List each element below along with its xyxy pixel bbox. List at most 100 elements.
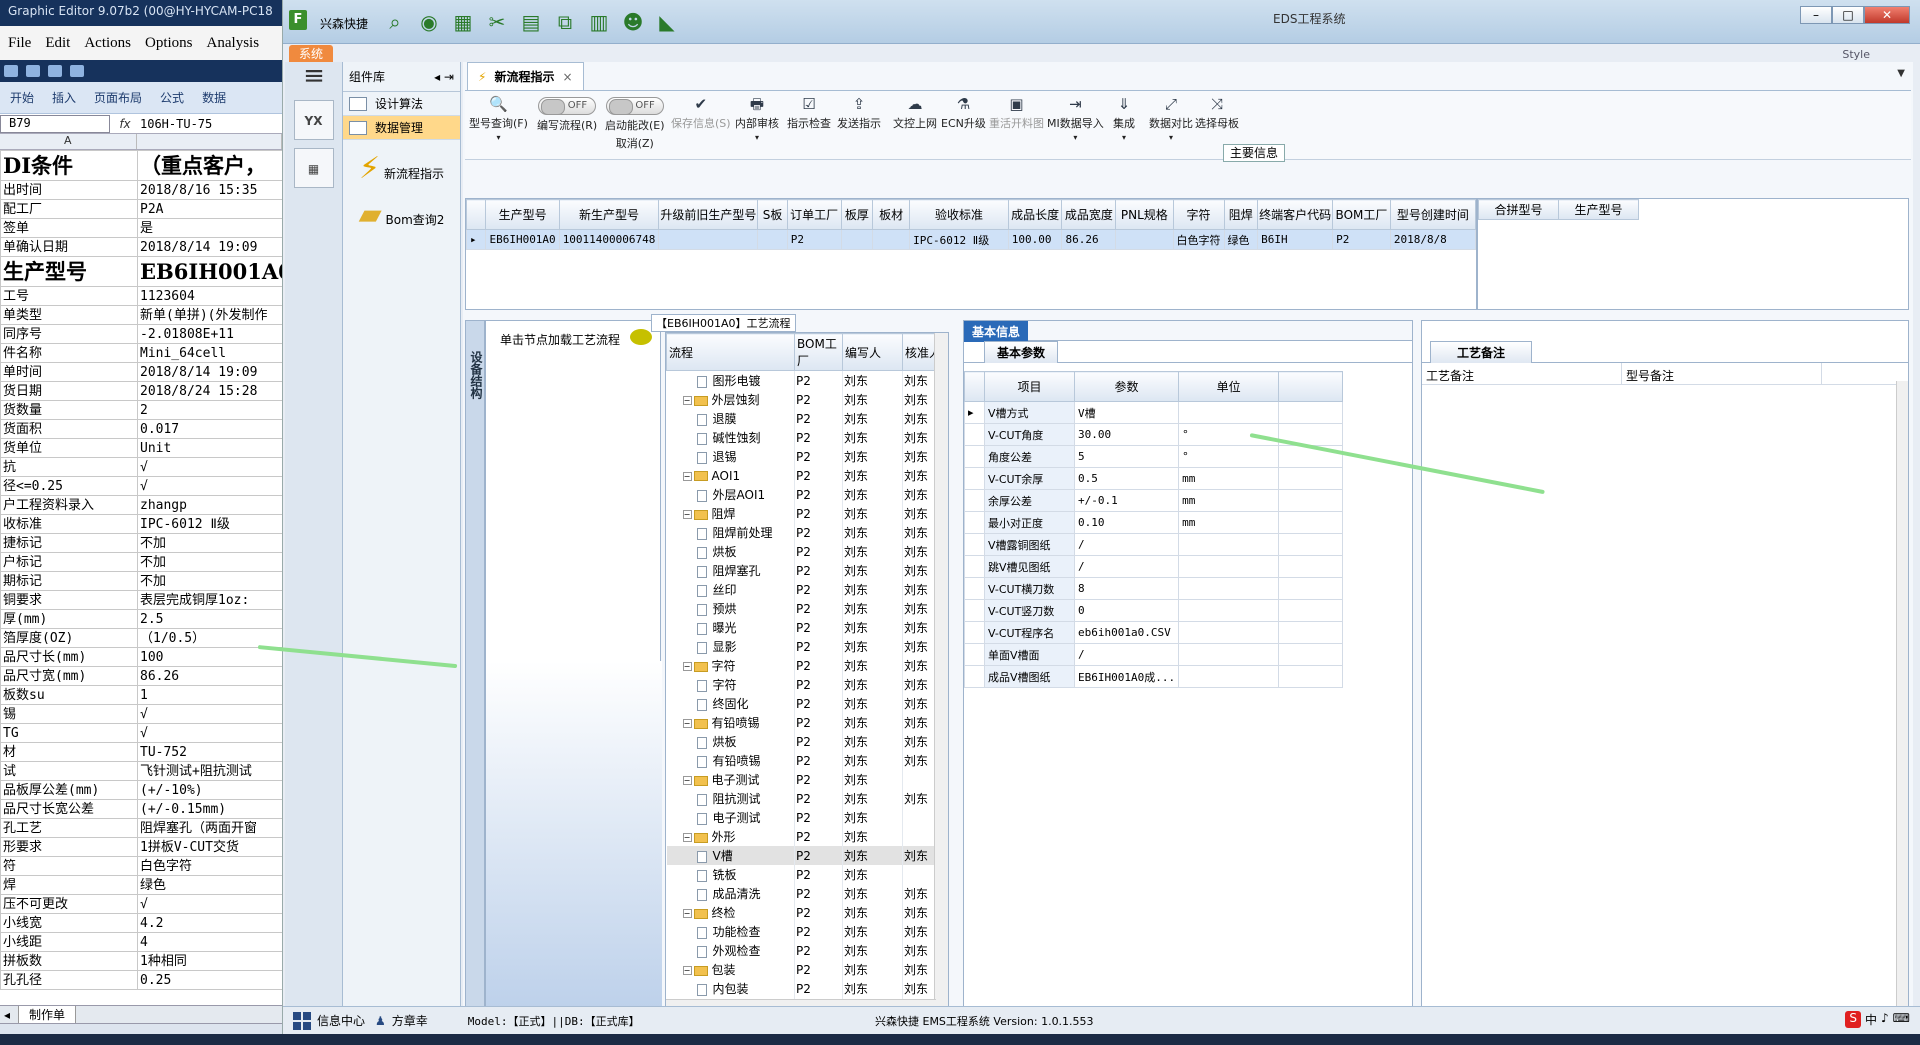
mic-icon[interactable]: ♪ <box>1881 1011 1889 1028</box>
complib-item-design-algorithm[interactable]: 设计算法 <box>343 92 460 116</box>
cell-label[interactable]: 抗 <box>0 457 138 477</box>
tree-row[interactable]: 阻抗测试 P2 刘东 刘东 <box>666 789 948 808</box>
param-value[interactable]: V槽 <box>1073 401 1180 424</box>
column-header[interactable]: 项目 <box>984 371 1075 402</box>
tree-row[interactable]: 阻焊前处理 P2 刘东 刘东 <box>666 523 948 542</box>
param-row[interactable]: 跳V槽见图纸 / <box>964 555 1344 578</box>
cell-label[interactable]: 压不可更改 <box>0 894 138 914</box>
toolbar-button-12[interactable]: ⤢ 数据对比 ▾ <box>1149 95 1193 142</box>
column-header[interactable]: 流程 <box>666 333 795 371</box>
cell-value[interactable]: (+/-0.15mm) <box>137 799 282 819</box>
name-box[interactable]: B79 <box>0 114 110 133</box>
side-tab-structure[interactable]: 设备结构 <box>465 320 485 1014</box>
cell-value[interactable]: zhangp <box>137 495 282 515</box>
tree-node[interactable]: − 阻焊 <box>666 504 795 523</box>
cell-value[interactable]: √ <box>137 723 282 743</box>
column-header[interactable]: 终端客户代码 <box>1257 199 1334 230</box>
tree-node[interactable]: 图形电镀 <box>666 370 795 390</box>
table-cell[interactable]: 100.00 <box>1007 229 1063 250</box>
tree-row[interactable]: − AOI1 P2 刘东 刘东 <box>666 466 948 485</box>
grid-icon[interactable]: ▦ <box>451 10 475 34</box>
toolbar-button-4[interactable]: 🖶 内部审核 ▾ <box>735 95 779 142</box>
collapse-toggle-icon[interactable]: − <box>682 471 692 481</box>
cell-label[interactable]: 货日期 <box>0 381 138 401</box>
toggle-switch[interactable]: OFF <box>605 97 664 115</box>
cell-value[interactable]: TU-752 <box>137 742 282 762</box>
cell-value[interactable]: 2018/8/16 15:35 <box>137 180 282 200</box>
tree-row[interactable]: 显影 P2 刘东 刘东 <box>666 637 948 656</box>
column-header[interactable]: 型号创建时间 <box>1389 199 1477 230</box>
cell-label[interactable]: 生产型号 <box>0 256 138 287</box>
param-row[interactable]: 角度公差 5 ° <box>964 445 1344 468</box>
table-cell[interactable]: 绿色 <box>1223 229 1259 250</box>
tree-node[interactable]: − 电子测试 <box>666 770 795 789</box>
cell-value[interactable]: (+/-10%) <box>137 780 282 800</box>
cell-value[interactable]: 100 <box>137 647 282 667</box>
table-cell[interactable]: B6IH <box>1257 229 1334 250</box>
cell-value[interactable]: 表层完成铜厚1oz: <box>137 590 282 610</box>
column-header[interactable]: 合拼型号 <box>1478 199 1559 220</box>
formula-input[interactable]: 106H-TU-75 <box>140 117 212 131</box>
cell-label[interactable]: 单类型 <box>0 305 138 325</box>
cell-value[interactable]: 白色字符 <box>137 856 282 876</box>
yx-module-button[interactable]: YX <box>293 100 334 140</box>
tree-node[interactable]: 退锡 <box>666 447 795 466</box>
tree-node[interactable]: 阻焊前处理 <box>666 523 795 542</box>
cell-label[interactable]: 厚(mm) <box>0 609 138 629</box>
param-value[interactable]: +/-0.1 <box>1073 489 1180 512</box>
cell-label[interactable]: 户标记 <box>0 552 138 572</box>
cell-value[interactable]: 2018/8/14 19:09 <box>137 362 282 382</box>
vertical-scrollbar[interactable] <box>1896 381 1908 1013</box>
tree-row[interactable]: 丝印 P2 刘东 刘东 <box>666 580 948 599</box>
cell-value[interactable]: Unit <box>137 438 282 458</box>
cell-label[interactable]: 工号 <box>0 286 138 306</box>
column-header[interactable]: 板厚 <box>840 199 874 230</box>
sogou-icon[interactable]: S <box>1845 1011 1861 1028</box>
cell-label[interactable]: TG <box>0 723 138 743</box>
cell-label[interactable]: 小线宽 <box>0 913 138 933</box>
tree-row[interactable]: − 包装 P2 刘东 刘东 <box>666 960 948 979</box>
column-header[interactable]: 单位 <box>1178 371 1280 402</box>
column-header[interactable]: 参数 <box>1073 371 1180 402</box>
chevron-down-icon[interactable]: ▾ <box>1047 133 1104 142</box>
cell-label[interactable]: 箔厚度(OZ) <box>0 628 138 648</box>
ribbon-tab-home[interactable]: 开始 <box>10 89 34 106</box>
tree-node[interactable]: 显影 <box>666 637 795 656</box>
cell-value[interactable]: 1种相同 <box>137 951 282 971</box>
save-icon[interactable] <box>4 65 18 77</box>
column-header[interactable]: BOM工厂 <box>794 333 843 371</box>
collapse-toggle-icon[interactable]: − <box>682 396 692 405</box>
cell-value[interactable]: P2A <box>137 199 282 219</box>
toolbar-button-3[interactable]: ✔ 保存信息(S) <box>671 95 731 131</box>
column-header[interactable]: 字符 <box>1172 199 1225 230</box>
ribbon-tab-insert[interactable]: 插入 <box>52 89 76 106</box>
table-row[interactable]: ▸ EB6IH001A0 10011400006748 P2 IPC-6012 Ⅱ级 10… <box>465 229 1477 250</box>
cell-label[interactable]: 货单位 <box>0 438 138 458</box>
param-row[interactable]: V槽露铜图纸 / <box>964 533 1344 556</box>
column-header[interactable]: 升级前旧生产型号 <box>658 199 759 230</box>
cell-label[interactable]: 小线距 <box>0 932 138 952</box>
cell-label[interactable]: 收标准 <box>0 514 138 534</box>
tree-node[interactable]: 外观检查 <box>666 941 795 960</box>
cell-label[interactable]: 单确认日期 <box>0 237 138 257</box>
cell-label[interactable]: 件名称 <box>0 343 138 363</box>
cell-value[interactable]: 飞针测试+阻抗测试 <box>137 761 282 781</box>
toolbar-button-10[interactable]: ⇥ MI数据导入 ▾ <box>1047 95 1104 142</box>
chevron-down-icon[interactable]: ▾ <box>1149 133 1193 142</box>
table-cell[interactable] <box>658 229 759 250</box>
cell-label[interactable]: 品尺寸宽(mm) <box>0 666 138 686</box>
tree-row[interactable]: 外层AOI1 P2 刘东 刘东 <box>666 485 948 504</box>
param-value[interactable]: eb6ih001a0.CSV <box>1073 621 1180 644</box>
column-b-header[interactable] <box>137 134 282 149</box>
cell-value[interactable]: Mini_64cell <box>137 343 282 363</box>
tree-row[interactable]: 预烘 P2 刘东 刘东 <box>666 599 948 618</box>
scissors-icon[interactable]: ✂ <box>485 10 509 34</box>
param-value[interactable]: 0.5 <box>1073 467 1180 490</box>
param-row[interactable]: 成品V槽图纸 EB6IH001A0成... <box>964 665 1344 688</box>
param-row[interactable]: 余厚公差 +/-0.1 mm <box>964 489 1344 512</box>
tree-node[interactable]: 功能检查 <box>666 922 795 941</box>
tree-node[interactable]: 丝印 <box>666 580 795 599</box>
cell-value[interactable]: 绿色 <box>137 875 282 895</box>
column-header[interactable]: PNL规格 <box>1115 199 1174 230</box>
complib-item-data-management[interactable]: 数据管理 <box>343 116 460 140</box>
